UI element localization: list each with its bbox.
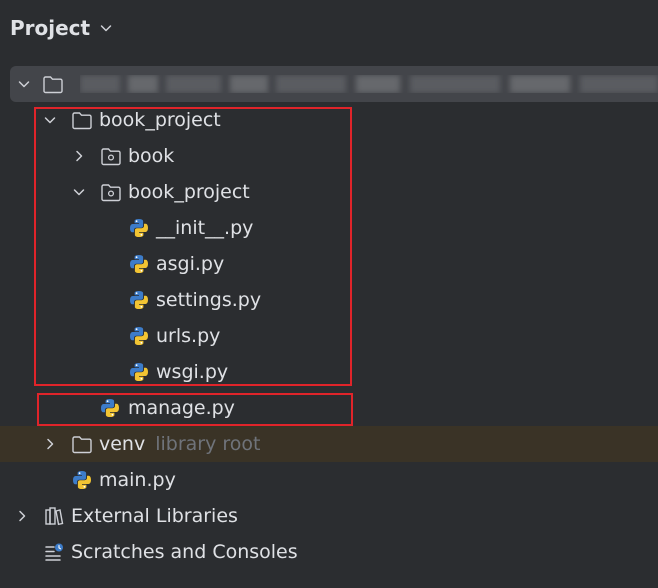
redacted-path [80,75,658,93]
annotation-box-manage-py [37,393,353,426]
tree-row-external-libraries[interactable]: External Libraries [0,498,658,534]
project-view-header[interactable]: Project [10,14,114,42]
tree-item-label: Scratches and Consoles [71,541,298,563]
chevron-down-icon[interactable] [98,20,114,36]
library-root-hint: library root [155,433,261,455]
folder-icon [42,73,64,95]
tree-row-scratches[interactable]: Scratches and Consoles [0,534,658,570]
annotation-box-book-project [34,107,352,386]
python-file-icon [71,469,93,491]
chevron-right-icon[interactable] [42,436,58,452]
venv-label: venv [99,433,146,455]
tree-item-label: venv library root [99,432,261,456]
tree-item-label: main.py [99,469,176,491]
chevron-down-icon[interactable] [16,76,32,92]
tree-item-label: External Libraries [71,505,238,527]
project-view-title: Project [10,16,91,40]
tree-row-main-py[interactable]: main.py [0,462,658,498]
library-icon [43,505,65,527]
tree-row-venv[interactable]: venv library root [0,426,658,462]
tree-row-project-root[interactable] [10,66,658,102]
folder-icon [71,433,93,455]
scratches-icon [43,541,65,563]
chevron-right-icon[interactable] [14,508,30,524]
